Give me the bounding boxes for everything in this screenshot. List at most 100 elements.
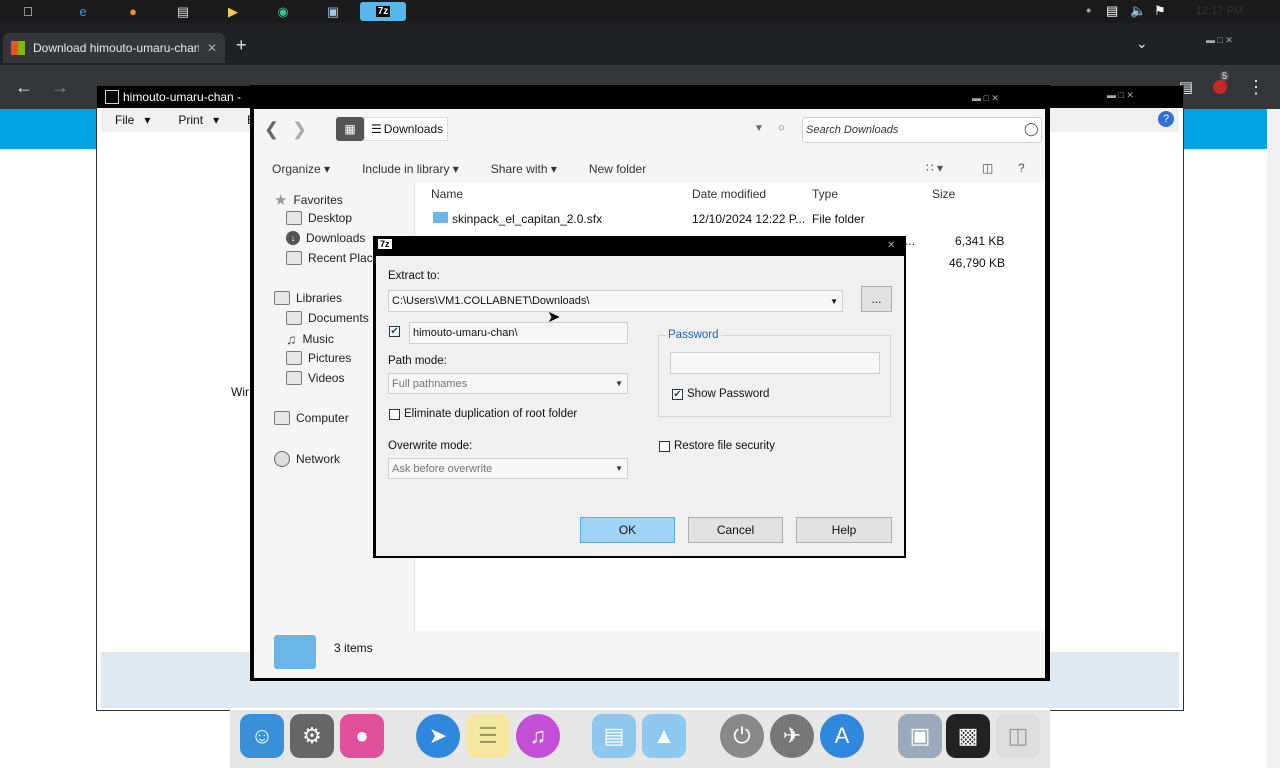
extract-dialog: 7z ✕ Extract to: C:\Users\VM1.COLLABNET\… — [373, 236, 906, 558]
help-icon[interactable]: ? — [1158, 111, 1174, 127]
ie-icon[interactable]: e — [72, 2, 94, 21]
extract-to-label: Extract to: — [388, 270, 440, 282]
viewer-window-controls[interactable]: ▬ □ ✕ — [1107, 90, 1134, 101]
network-tray-icon[interactable]: ▤ — [1106, 3, 1118, 19]
close-tab-icon[interactable]: ✕ — [199, 41, 225, 55]
folder-large-icon — [274, 635, 316, 669]
cancel-button[interactable]: Cancel — [688, 517, 783, 543]
applications-folder-icon[interactable]: ▲ — [642, 714, 686, 758]
tab-title: Download himouto-umaru-chan.p — [33, 41, 199, 55]
column-size[interactable]: Size — [932, 187, 955, 201]
forward-arrow-icon[interactable]: ❯ — [292, 119, 307, 140]
screen-icon[interactable]: ▣ — [322, 2, 344, 21]
videos-icon — [286, 371, 302, 385]
sidebar-item-libraries[interactable]: Libraries — [274, 291, 342, 305]
folder-icon[interactable]: ▤ — [592, 714, 636, 758]
trash-icon[interactable]: ◫ — [996, 714, 1040, 758]
game-center-icon[interactable]: ● — [340, 714, 384, 758]
sidebar-item-music[interactable]: ♫ Music — [286, 331, 334, 347]
app-store-icon[interactable]: A — [820, 714, 864, 758]
firefox-icon[interactable]: ● — [122, 2, 144, 21]
finder-icon[interactable]: ☺ — [240, 714, 284, 758]
organize-button[interactable]: Organize ▾ — [254, 162, 344, 176]
system-preferences-icon[interactable]: ⚙ — [290, 714, 334, 758]
row-date: 12/10/2024 12:22 P... — [692, 212, 806, 226]
menu-icon[interactable]: ⋮ — [1242, 73, 1270, 101]
extension-badge-icon[interactable]: 5 — [1206, 71, 1234, 101]
search-input[interactable]: Search Downloads — [802, 117, 1042, 143]
sidebar-item-documents[interactable]: Documents — [286, 311, 369, 325]
sidebar-item-desktop[interactable]: Desktop — [286, 211, 352, 225]
launchpad-icon[interactable]: ✈ — [770, 714, 814, 758]
column-name[interactable]: Name — [431, 187, 463, 201]
show-password-label: Show Password — [687, 388, 770, 400]
view-options-icon[interactable]: ∷ ▾ — [926, 161, 943, 175]
7zip-label: 7z — [375, 6, 391, 17]
help-button[interactable]: Help — [796, 517, 892, 543]
subfolder-checkbox[interactable]: ✔ — [389, 326, 400, 337]
table-row[interactable]: skinpack_el_capitan_2.0.sfx 12/10/2024 1… — [415, 207, 1045, 231]
sidebar-item-network[interactable]: Network — [274, 451, 340, 467]
search-icon[interactable]: ◯ — [1024, 121, 1039, 137]
ok-button[interactable]: OK — [580, 517, 675, 543]
overwrite-mode-select[interactable]: Ask before overwrite ▼ — [388, 458, 628, 479]
row-name: skinpack_el_capitan_2.0.sfx — [452, 212, 603, 226]
itunes-icon[interactable]: ♫ — [516, 714, 560, 758]
forward-icon[interactable]: → — [46, 73, 74, 101]
documents-icon — [286, 311, 302, 325]
sidebar-item-pictures[interactable]: Pictures — [286, 351, 351, 365]
edge-icon[interactable]: ◉ — [272, 2, 294, 21]
sidebar-item-computer[interactable]: Computer — [274, 411, 349, 425]
share-with-button[interactable]: Share with ▾ — [473, 162, 571, 176]
preview-pane-icon[interactable]: ◫ — [982, 161, 993, 175]
safari-icon[interactable]: ➤ — [416, 714, 460, 758]
sidebar-item-downloads[interactable]: ↓ Downloads — [286, 231, 365, 245]
volume-muted-icon[interactable]: 🔈 — [1130, 3, 1146, 19]
item-count: 3 items — [334, 641, 373, 655]
flag-icon[interactable]: ⚑ — [1154, 3, 1166, 19]
tab-search-icon[interactable]: ⌄ — [1136, 35, 1148, 52]
back-icon[interactable]: ← — [10, 73, 38, 101]
desktop-icon — [286, 211, 302, 225]
column-date-modified[interactable]: Date modified — [692, 187, 766, 201]
photo-booth-icon[interactable]: ▩ — [946, 714, 990, 758]
apple-icon[interactable]:  — [17, 2, 39, 21]
media-icon[interactable]: ▶ — [222, 2, 244, 21]
new-folder-button[interactable]: New folder — [571, 162, 660, 176]
7zip-icon[interactable]: 7z — [360, 2, 406, 21]
dialog-body: Extract to: C:\Users\VM1.COLLABNET\Downl… — [376, 256, 904, 556]
menu-file[interactable]: File ▾ — [101, 113, 164, 127]
subfolder-input[interactable]: himouto-umaru-chan\ — [409, 322, 628, 344]
preview-icon[interactable]: ▣ — [898, 714, 942, 758]
notes-icon[interactable]: ☰ — [466, 714, 510, 758]
extract-to-combobox[interactable]: C:\Users\VM1.COLLABNET\Downloads\ ▼ — [388, 290, 843, 312]
column-type[interactable]: Type — [812, 187, 838, 201]
view-grid-icon[interactable]: ▦ — [336, 117, 364, 141]
notepad-icon[interactable]: ▤ — [172, 2, 194, 21]
dialog-close-icon[interactable]: ✕ — [887, 240, 895, 251]
sidebar-item-videos[interactable]: Videos — [286, 371, 344, 385]
help-question-icon[interactable]: ? — [1018, 161, 1025, 175]
music-icon: ♫ — [286, 331, 297, 347]
new-tab-button[interactable]: + — [236, 35, 247, 56]
password-input[interactable] — [670, 352, 880, 374]
sidebar-item-recent-places[interactable]: Recent Places — [286, 251, 385, 265]
restore-security-checkbox[interactable] — [659, 441, 670, 452]
sidebar-item-favorites[interactable]: ★ Favorites — [274, 191, 343, 209]
browser-tab[interactable]: Download himouto-umaru-chan.p ✕ — [3, 33, 225, 63]
breadcrumb[interactable]: ☰ Downloads — [364, 117, 448, 141]
dot-icon: ● — [1086, 5, 1092, 15]
explorer-window-controls[interactable]: ▬ □ ✕ — [972, 93, 999, 104]
dropdown-arrow-icon[interactable]: ▼ — [754, 123, 764, 134]
power-icon[interactable]: ⏻ — [720, 714, 764, 758]
refresh-icon[interactable]: ○ — [778, 122, 785, 134]
window-controls[interactable]: ▬ □ ✕ — [1206, 35, 1276, 47]
path-mode-select[interactable]: Full pathnames ▼ — [388, 373, 628, 394]
back-arrow-icon[interactable]: ❮ — [264, 119, 279, 140]
browse-button[interactable]: ... — [861, 286, 892, 312]
show-password-checkbox[interactable]: ✔ — [672, 389, 683, 400]
menu-print[interactable]: Print ▾ — [164, 113, 233, 127]
include-in-library-button[interactable]: Include in library ▾ — [344, 162, 473, 176]
eliminate-duplication-checkbox[interactable] — [389, 409, 400, 420]
page-scrollbar[interactable] — [1267, 109, 1280, 768]
